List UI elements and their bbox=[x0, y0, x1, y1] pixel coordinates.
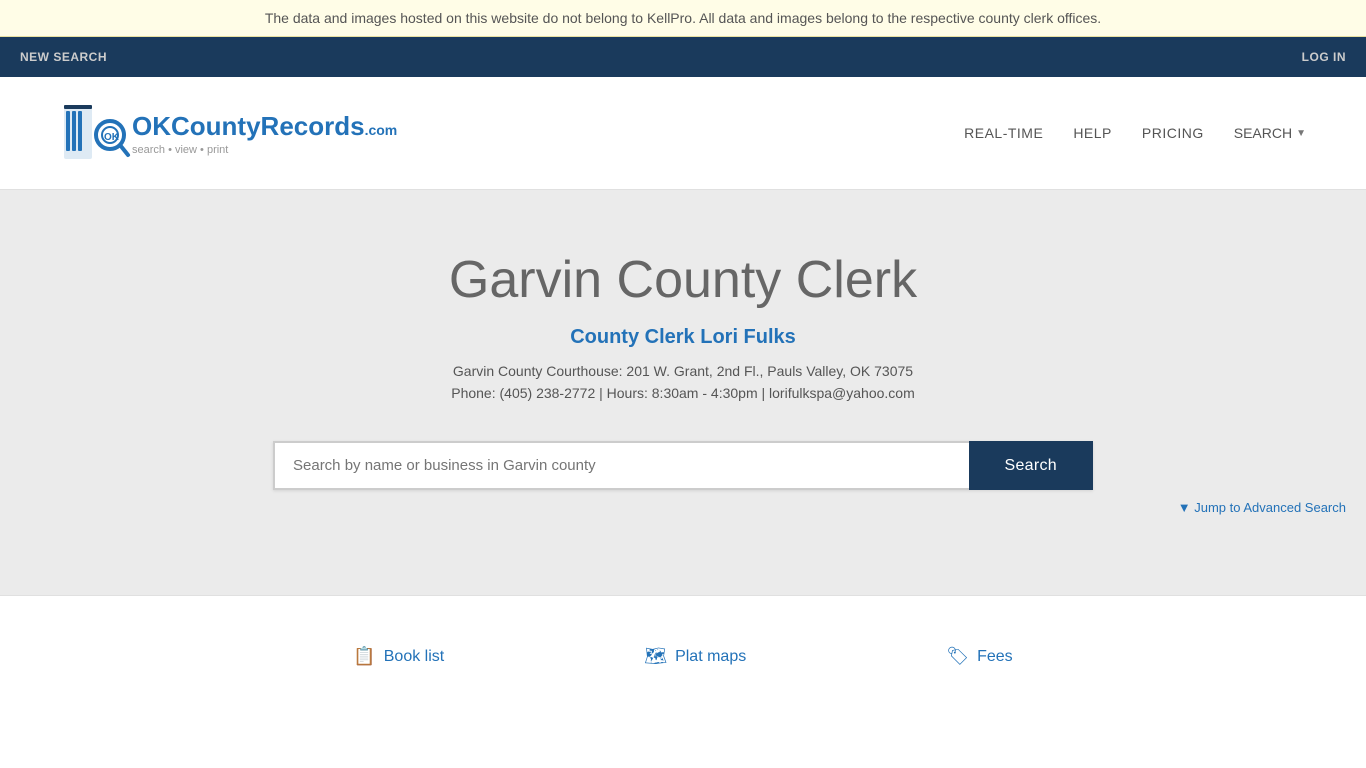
new-search-link[interactable]: NEW SEARCH bbox=[20, 50, 107, 64]
chevron-down-icon: ▼ bbox=[1296, 128, 1306, 139]
notice-banner: The data and images hosted on this websi… bbox=[0, 0, 1366, 37]
logo-tagline: search • view • print bbox=[132, 144, 397, 156]
header: OK OKCountyRecords .com search • view • … bbox=[0, 77, 1366, 190]
book-list-label: Book list bbox=[384, 648, 444, 666]
logo-text: OKCountyRecords .com search • view • pri… bbox=[132, 111, 397, 156]
advanced-search-link[interactable]: ▼ Jump to Advanced Search bbox=[1178, 500, 1346, 515]
fees-icon: 🏷 bbox=[946, 646, 969, 667]
hero-section: Garvin County Clerk County Clerk Lori Fu… bbox=[0, 190, 1366, 595]
nav-pricing[interactable]: PRICING bbox=[1142, 125, 1204, 141]
log-in-link[interactable]: LOG IN bbox=[1302, 50, 1346, 64]
nav-search-dropdown[interactable]: SEARCH ▼ bbox=[1234, 125, 1306, 141]
logo-icon: OK bbox=[60, 97, 132, 169]
main-nav: REAL-TIME HELP PRICING SEARCH ▼ bbox=[964, 125, 1306, 141]
plat-maps-label: Plat maps bbox=[675, 648, 746, 666]
logo[interactable]: OK OKCountyRecords .com search • view • … bbox=[60, 97, 397, 169]
logo-domain: .com bbox=[365, 122, 398, 138]
book-list-icon: 📋 bbox=[353, 646, 375, 667]
nav-help[interactable]: HELP bbox=[1073, 125, 1112, 141]
fees-label: Fees bbox=[977, 648, 1013, 666]
plat-maps-icon: 🗺 bbox=[644, 646, 667, 667]
nav-realtime[interactable]: REAL-TIME bbox=[964, 125, 1043, 141]
fees-link[interactable]: 🏷 Fees bbox=[946, 646, 1012, 667]
courthouse-address: Garvin County Courthouse: 201 W. Grant, … bbox=[453, 363, 913, 379]
svg-text:OK: OK bbox=[104, 132, 120, 143]
nav-search-label: SEARCH bbox=[1234, 125, 1292, 141]
county-title: Garvin County Clerk bbox=[449, 250, 917, 310]
banner-text: The data and images hosted on this websi… bbox=[265, 10, 1101, 26]
plat-maps-link[interactable]: 🗺 Plat maps bbox=[644, 646, 746, 667]
search-input[interactable] bbox=[273, 441, 969, 490]
top-nav: NEW SEARCH LOG IN bbox=[0, 37, 1366, 77]
contact-info: Phone: (405) 238-2772 | Hours: 8:30am - … bbox=[451, 385, 915, 401]
logo-brand: OKCountyRecords bbox=[132, 111, 365, 142]
book-list-link[interactable]: 📋 Book list bbox=[353, 646, 444, 667]
search-bar: Search bbox=[273, 441, 1093, 490]
clerk-name: County Clerk Lori Fulks bbox=[570, 326, 796, 349]
search-button[interactable]: Search bbox=[969, 441, 1094, 490]
footer-links: 📋 Book list 🗺 Plat maps 🏷 Fees bbox=[0, 595, 1366, 717]
